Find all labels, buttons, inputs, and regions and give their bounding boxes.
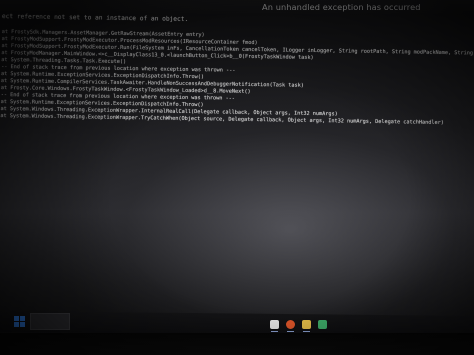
app-icon-green[interactable] (318, 320, 327, 329)
monitor-bezel (0, 333, 474, 355)
windows-logo-icon[interactable] (14, 316, 26, 328)
exception-console: ect reference not set to an instance of … (0, 13, 474, 126)
window-title: An unhandled exception has occurred (262, 2, 421, 12)
monitor-photo: An unhandled exception has occurred ect … (0, 0, 474, 355)
brave-icon[interactable] (286, 320, 295, 332)
console-line: ect reference not set to an instance of … (1, 13, 189, 23)
folder-icon[interactable] (302, 320, 311, 332)
error-window-title-bar: An unhandled exception has occurred (0, 0, 474, 14)
app-icon[interactable] (270, 320, 279, 332)
taskbar-search-box[interactable] (30, 313, 70, 330)
